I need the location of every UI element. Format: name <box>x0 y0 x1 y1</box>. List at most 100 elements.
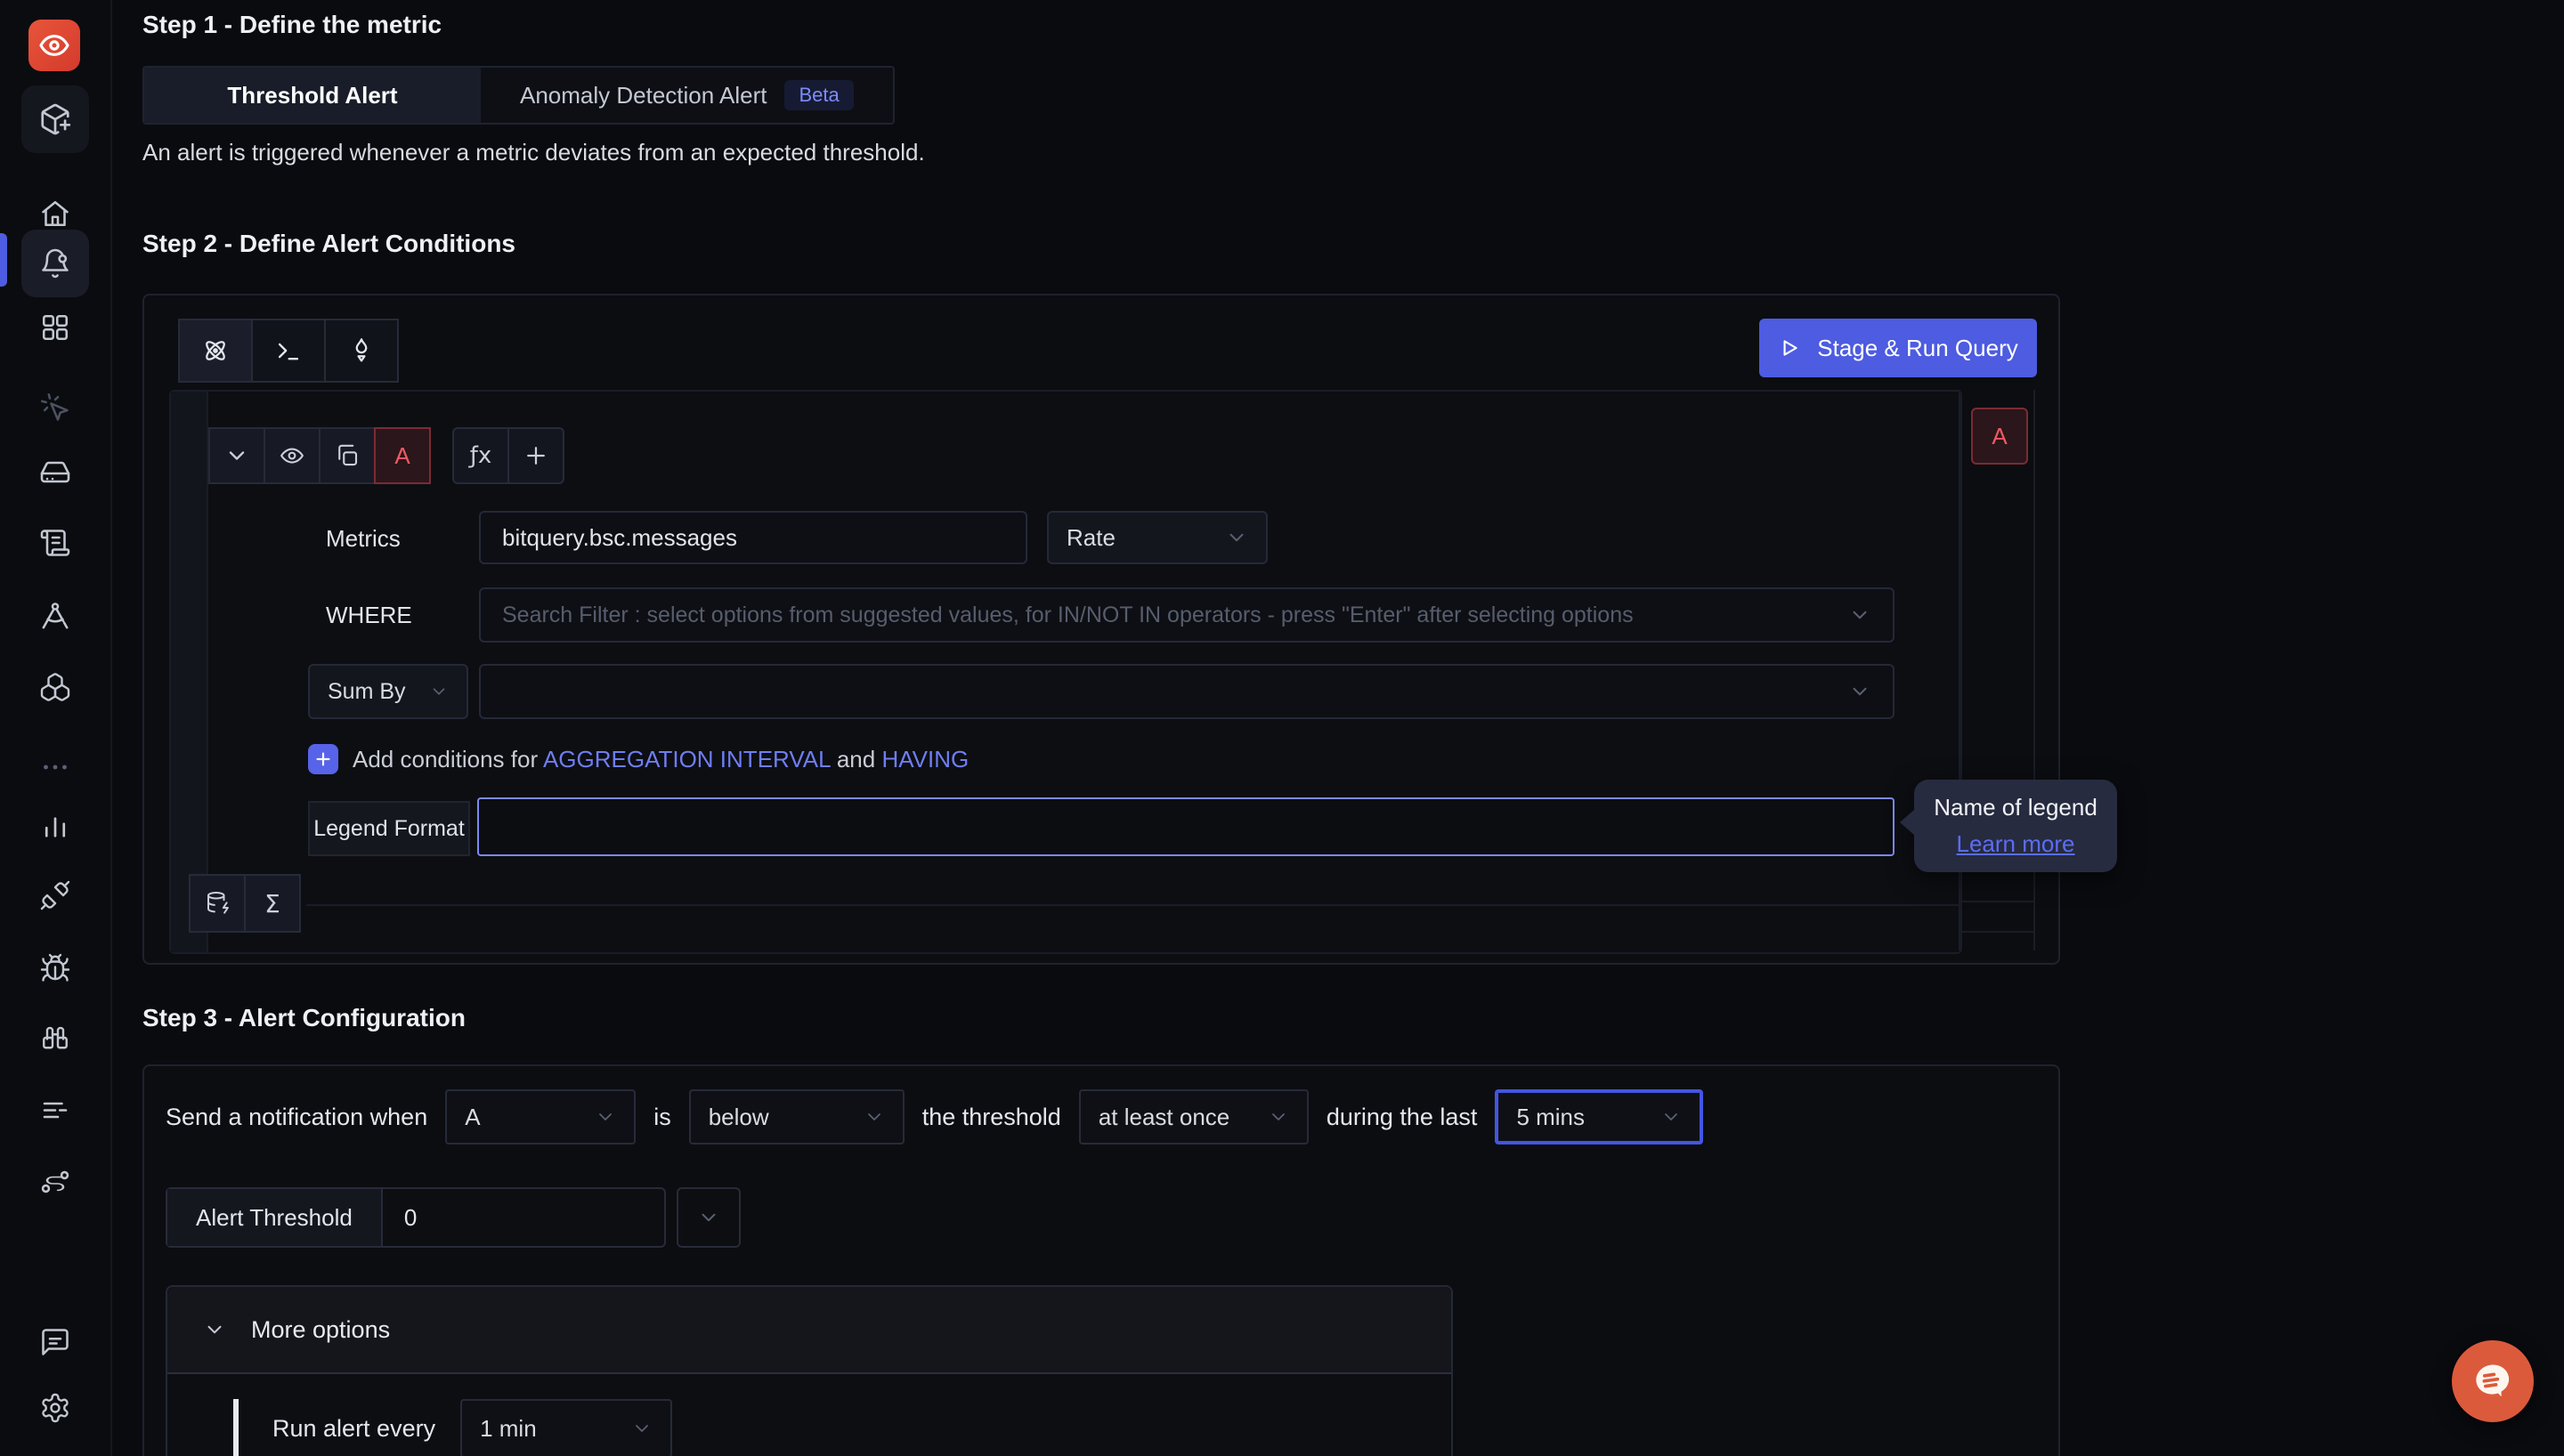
sidebar-item-more[interactable] <box>21 733 89 801</box>
run-alert-frequency-value: 1 min <box>480 1415 537 1443</box>
add-conditions-text: Add conditions for AGGREGATION INTERVAL … <box>353 746 969 773</box>
having-link[interactable]: HAVING <box>881 746 969 772</box>
result-query-letter-badge: A <box>1971 408 2028 465</box>
sidebar-item-logs[interactable] <box>21 509 89 577</box>
sidebar-item-traces[interactable] <box>21 582 89 650</box>
sidebar-item-settings[interactable] <box>21 1374 89 1442</box>
aggregation-value: Rate <box>1067 524 1116 552</box>
sidebar-item-alerts[interactable] <box>21 230 89 297</box>
chevron-down-icon <box>1848 680 1871 703</box>
query-select[interactable]: A <box>445 1089 636 1145</box>
alert-type-tabs: Threshold Alert Anomaly Detection Alert … <box>142 66 895 125</box>
play-icon <box>1778 336 1801 360</box>
query-builder-tab[interactable] <box>178 319 253 383</box>
aggregate-op-select[interactable]: Sum By <box>308 664 468 719</box>
sidebar-item-explorer[interactable] <box>21 374 89 441</box>
sidebar-item-exceptions[interactable] <box>21 934 89 1002</box>
where-label: WHERE <box>326 602 412 629</box>
aggregation-select[interactable]: Rate <box>1047 511 1268 564</box>
more-options-header[interactable]: More options <box>167 1287 1451 1374</box>
chevron-down-icon <box>631 1418 653 1439</box>
condition-select[interactable]: below <box>689 1089 905 1145</box>
beta-badge: Beta <box>784 80 853 110</box>
clone-query-button[interactable] <box>319 427 376 484</box>
tab-threshold-alert[interactable]: Threshold Alert <box>144 68 481 123</box>
bar-chart-icon <box>39 810 71 842</box>
run-alert-frequency-select[interactable]: 1 min <box>460 1399 672 1456</box>
occurrence-select[interactable]: at least once <box>1079 1089 1309 1145</box>
alert-threshold-input[interactable]: 0 <box>383 1189 664 1246</box>
query-footer-divider <box>306 904 1960 906</box>
chevron-down-icon <box>429 682 449 701</box>
sidebar-item-service-map[interactable] <box>21 1004 89 1072</box>
boxes-icon <box>39 671 71 703</box>
option-indicator-bar <box>233 1399 239 1456</box>
gear-icon <box>39 1392 71 1424</box>
list-lines-icon <box>39 1093 71 1125</box>
sidebar-item-support[interactable] <box>21 1308 89 1376</box>
clickhouse-query-tab[interactable] <box>251 319 326 383</box>
legend-tooltip: Name of legend Learn more <box>1914 780 2117 872</box>
fx-icon: ƒx <box>470 442 492 469</box>
chevron-down-icon <box>1225 526 1248 549</box>
stage-run-query-button[interactable]: Stage & Run Query <box>1759 319 2037 377</box>
aggregate-toggle-button[interactable]: Σ <box>244 874 301 933</box>
group-by-select[interactable] <box>479 664 1895 719</box>
chevron-down-icon <box>203 1318 226 1341</box>
chevron-down-icon <box>595 1106 616 1128</box>
signoz-logo[interactable] <box>28 20 80 71</box>
query-actions: A <box>208 427 431 484</box>
tab-threshold-alert-label: Threshold Alert <box>227 82 397 109</box>
query-name-button[interactable]: A <box>374 427 431 484</box>
hard-drive-icon <box>39 457 71 489</box>
sidebar-item-infrastructure[interactable] <box>21 440 89 507</box>
chevron-down-icon <box>697 1206 720 1229</box>
promql-tab[interactable] <box>324 319 399 383</box>
eye-logo-icon <box>37 28 71 62</box>
sidebar-item-integrations[interactable] <box>21 861 89 929</box>
sidebar-item-logs-explorer[interactable] <box>21 1075 89 1143</box>
metrics-input[interactable]: bitquery.bsc.messages <box>479 511 1027 564</box>
sidebar-item-services[interactable] <box>21 653 89 721</box>
add-conditions-button[interactable] <box>308 744 338 774</box>
data-source-button[interactable] <box>189 874 246 933</box>
legend-format-input[interactable] <box>477 797 1895 856</box>
metrics-label: Metrics <box>326 525 401 553</box>
sentence-part-4: during the last <box>1327 1104 1478 1131</box>
copy-icon <box>334 442 361 469</box>
duration-select[interactable]: 5 mins <box>1495 1089 1703 1145</box>
condition-select-value: below <box>709 1104 769 1131</box>
message-square-icon <box>39 1326 71 1358</box>
tooltip-learn-more-link[interactable]: Learn more <box>1932 830 2099 858</box>
sidebar-item-dashboards[interactable] <box>21 294 89 361</box>
collapse-query-button[interactable] <box>208 427 265 484</box>
threshold-unit-select[interactable] <box>677 1187 741 1248</box>
scroll-text-icon <box>39 527 71 559</box>
tab-anomaly-detection-alert[interactable]: Anomaly Detection Alert Beta <box>481 68 893 123</box>
tooltip-title: Name of legend <box>1932 794 2099 821</box>
support-chat-button[interactable] <box>2452 1340 2534 1422</box>
chevron-down-icon <box>1848 603 1871 627</box>
alert-threshold-label: Alert Threshold <box>167 1189 383 1246</box>
bug-icon <box>39 952 71 984</box>
plus-icon <box>313 749 333 769</box>
query-a-container: A ƒx Metrics bitquery.bsc.messages Rat <box>169 390 1962 954</box>
sidebar-item-pipelines[interactable] <box>21 1148 89 1216</box>
where-filter-select[interactable]: Search Filter : select options from sugg… <box>479 587 1895 643</box>
chevron-down-icon <box>864 1106 885 1128</box>
terminal-icon <box>273 336 304 366</box>
sentence-part-2: is <box>653 1104 671 1131</box>
sidebar-item-get-started[interactable] <box>21 85 89 153</box>
add-query-button[interactable] <box>507 427 564 484</box>
database-zap-icon <box>204 890 231 917</box>
aggregation-interval-link[interactable]: AGGREGATION INTERVAL <box>543 746 831 772</box>
where-placeholder: Search Filter : select options from sugg… <box>502 603 1634 628</box>
chat-bubble-icon <box>2470 1358 2516 1404</box>
sidebar-item-metrics[interactable] <box>21 792 89 860</box>
chevron-down-icon <box>1268 1106 1289 1128</box>
toggle-query-visibility-button[interactable] <box>264 427 320 484</box>
add-function-button[interactable]: ƒx <box>452 427 509 484</box>
more-options-label: More options <box>251 1316 390 1344</box>
more-options-body: Run alert every 1 min <box>167 1372 1451 1456</box>
sidebar-active-indicator <box>0 233 7 287</box>
